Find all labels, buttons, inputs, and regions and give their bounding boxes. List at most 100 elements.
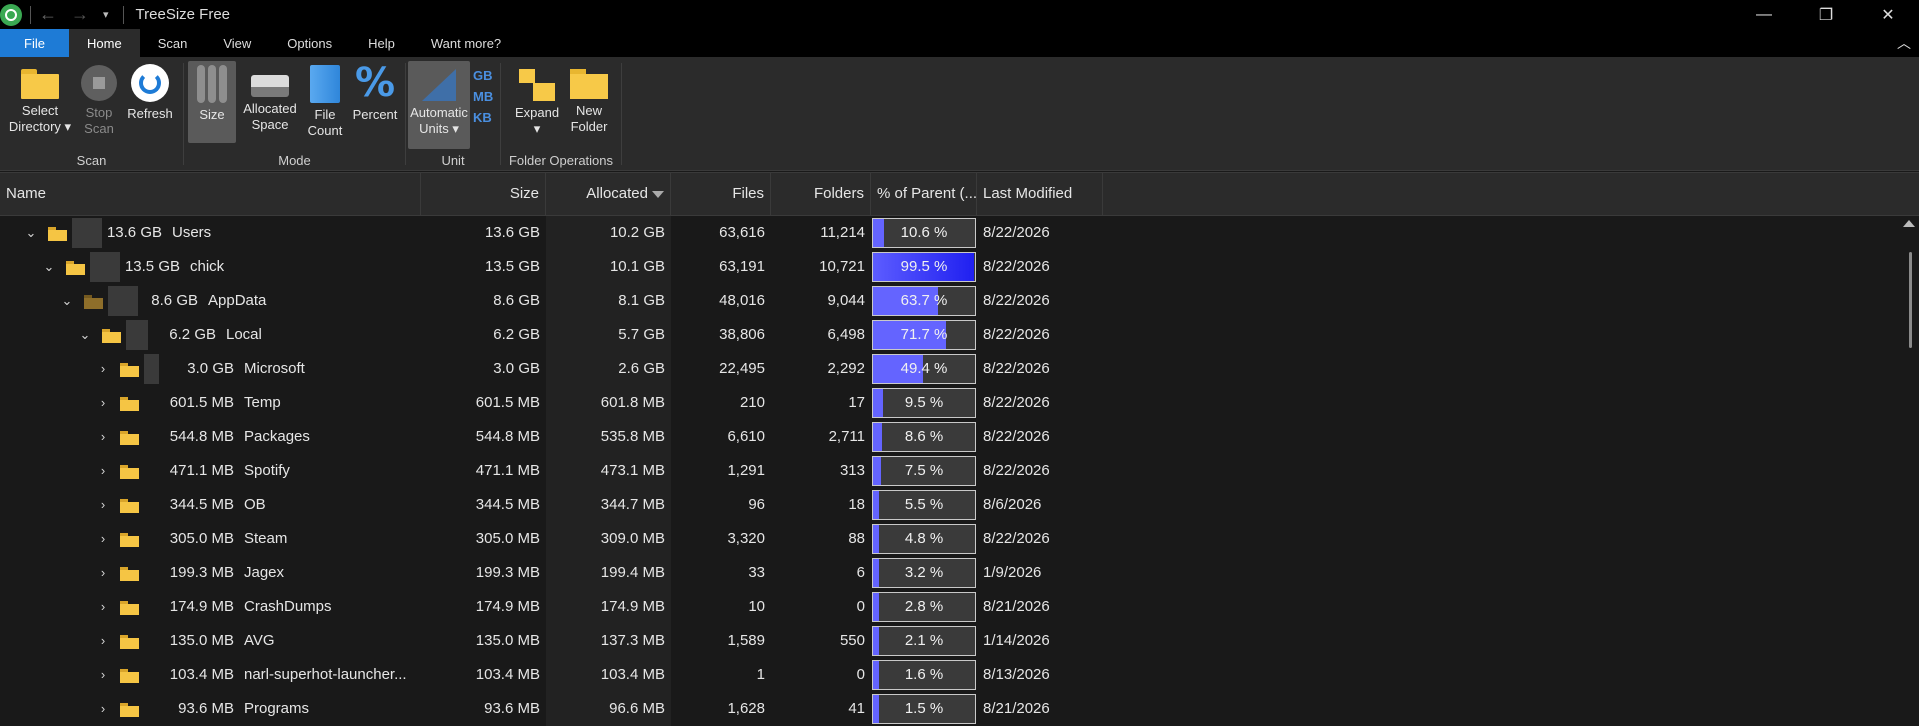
tab-file[interactable]: File [0,29,69,57]
expand-chevron-icon[interactable]: › [96,522,110,556]
restore-button[interactable]: ❐ [1795,0,1857,29]
folder-name[interactable]: Local [226,318,415,352]
expand-chevron-icon[interactable]: › [96,420,110,454]
allocated-cell: 2.6 GB [618,360,665,377]
folder-name[interactable]: chick [190,250,415,284]
close-button[interactable]: ✕ [1857,0,1919,29]
folder-name[interactable]: OB [244,488,415,522]
new-folder-button[interactable]: New Folder [565,61,613,153]
mb-unit-button[interactable]: MB [473,86,493,107]
size-mode-button[interactable]: Size [188,61,236,143]
percent-label: 10.6 % [900,224,948,241]
folder-name[interactable]: Packages [244,420,415,454]
allocated-space-button[interactable]: Allocated Space [238,61,302,153]
files-cell: 63,191 [719,258,765,275]
collapse-chevron-icon[interactable]: ⌄ [78,318,92,352]
column-size[interactable]: Size [421,173,546,215]
folder-name[interactable]: AppData [208,284,415,318]
expand-chevron-icon[interactable]: › [96,692,110,726]
folder-name[interactable]: narl-superhot-launcher... [244,658,415,692]
folder-name[interactable]: Programs [244,692,415,726]
folder-name[interactable]: Temp [244,386,415,420]
folder-name[interactable]: Users [172,216,415,250]
gb-unit-button[interactable]: GB [473,65,493,86]
table-row[interactable]: › 93.6 MB Programs 93.6 MB 96.6 MB 1,628 41 1.5… [0,692,1900,726]
back-arrow-icon[interactable]: ← [39,4,57,25]
scroll-thumb[interactable] [1909,252,1912,348]
percent-label: 1.5 % [904,700,944,717]
expand-chevron-icon[interactable]: › [96,590,110,624]
tab-home[interactable]: Home [69,29,140,57]
automatic-units-button[interactable]: Automatic Units ▾ [408,61,470,149]
expand-chevron-icon[interactable]: › [96,556,110,590]
column-files[interactable]: Files [671,173,771,215]
column-name[interactable]: Name [0,173,421,215]
files-cell: 38,806 [719,326,765,343]
tab-want-more[interactable]: Want more? [413,29,519,57]
files-cell: 48,016 [719,292,765,309]
column-percent-of-parent[interactable]: % of Parent (... [871,173,977,215]
file-count-button[interactable]: File Count [302,61,348,153]
column-folders[interactable]: Folders [771,173,871,215]
expand-chevron-icon[interactable]: › [96,658,110,692]
scroll-up-arrow-icon[interactable] [1903,220,1915,227]
table-row[interactable]: › 344.5 MB OB 344.5 MB 344.7 MB 96 18 5.5 % 8/6/… [0,488,1900,522]
minimize-button[interactable]: — [1733,0,1795,29]
table-row[interactable]: › 601.5 MB Temp 601.5 MB 601.8 MB 210 17 9.5 % 8… [0,386,1900,420]
collapse-chevron-icon[interactable]: ⌄ [42,250,56,284]
stop-icon [81,65,117,101]
table-row[interactable]: › 544.8 MB Packages 544.8 MB 535.8 MB 6,610 2,… [0,420,1900,454]
tab-scan[interactable]: Scan [140,29,206,57]
select-directory-button[interactable]: Select Directory ▾ [4,61,76,153]
expand-chevron-icon[interactable]: › [96,386,110,420]
percent-of-parent-bar: 2.8 % [872,592,976,622]
column-last-modified[interactable]: Last Modified [977,173,1103,215]
table-row[interactable]: › 199.3 MB Jagex 199.3 MB 199.4 MB 33 6 3.2 % 1/… [0,556,1900,590]
table-row[interactable]: › 103.4 MB narl-superhot-launcher... 103.4 … [0,658,1900,692]
percent-label: 2.1 % [904,632,944,649]
last-modified-cell: 8/21/2026 [983,700,1050,717]
tab-options[interactable]: Options [269,29,350,57]
table-row[interactable]: ⌄ 8.6 GB AppData 8.6 GB 8.1 GB 48,016 9,044 63.… [0,284,1900,318]
folder-name[interactable]: Spotify [244,454,415,488]
table-row[interactable]: ⌄ 13.5 GB chick 13.5 GB 10.1 GB 63,191 10,721 9… [0,250,1900,284]
kb-unit-button[interactable]: KB [473,107,493,128]
percent-mode-button[interactable]: % Percent [348,61,402,153]
forward-arrow-icon[interactable]: → [71,4,89,25]
folder-size-label: 544.8 MB [169,428,234,445]
folder-name[interactable]: AVG [244,624,415,658]
allocated-cell: 473.1 MB [600,462,665,479]
folder-name[interactable]: Jagex [244,556,415,590]
table-row[interactable]: ⌄ 6.2 GB Local 6.2 GB 5.7 GB 38,806 6,498 71.7 … [0,318,1900,352]
file-icon [310,65,340,103]
collapse-chevron-icon[interactable]: ⌄ [60,284,74,318]
size-cell: 135.0 MB [475,632,540,649]
vertical-scrollbar[interactable] [1900,216,1919,726]
expand-chevron-icon[interactable]: › [96,624,110,658]
refresh-button[interactable]: Refresh [122,61,178,153]
expand-chevron-icon[interactable]: › [96,454,110,488]
expand-chevron-icon[interactable]: › [96,352,110,386]
table-row[interactable]: › 174.9 MB CrashDumps 174.9 MB 174.9 MB 10 0 2.… [0,590,1900,624]
percent-of-parent-bar: 7.5 % [872,456,976,486]
collapse-chevron-icon[interactable]: ⌄ [24,216,38,250]
collapse-ribbon-icon[interactable]: ︿ [1897,33,1911,53]
tab-help[interactable]: Help [350,29,413,57]
folder-icon [120,397,139,411]
table-row[interactable]: ⌄ 13.6 GB Users 13.6 GB 10.2 GB 63,616 11,214 1… [0,216,1900,250]
table-row[interactable]: › 135.0 MB AVG 135.0 MB 137.3 MB 1,589 550 2.1 … [0,624,1900,658]
column-allocated[interactable]: Allocated [546,173,671,215]
last-modified-cell: 8/22/2026 [983,530,1050,547]
tab-view[interactable]: View [205,29,269,57]
quick-access-dropdown-icon[interactable]: ▾ [103,8,109,21]
stop-scan-button[interactable]: Stop Scan [76,61,122,153]
allocated-space-label-2: Space [251,117,289,132]
folder-name[interactable]: CrashDumps [244,590,415,624]
expand-button[interactable]: Expand ▾ [509,61,565,153]
table-row[interactable]: › 305.0 MB Steam 305.0 MB 309.0 MB 3,320 88 4.8… [0,522,1900,556]
folder-name[interactable]: Steam [244,522,415,556]
table-row[interactable]: › 3.0 GB Microsoft 3.0 GB 2.6 GB 22,495 2,292 4… [0,352,1900,386]
folder-name[interactable]: Microsoft [244,352,415,386]
table-row[interactable]: › 471.1 MB Spotify 471.1 MB 473.1 MB 1,291 313… [0,454,1900,488]
expand-chevron-icon[interactable]: › [96,488,110,522]
